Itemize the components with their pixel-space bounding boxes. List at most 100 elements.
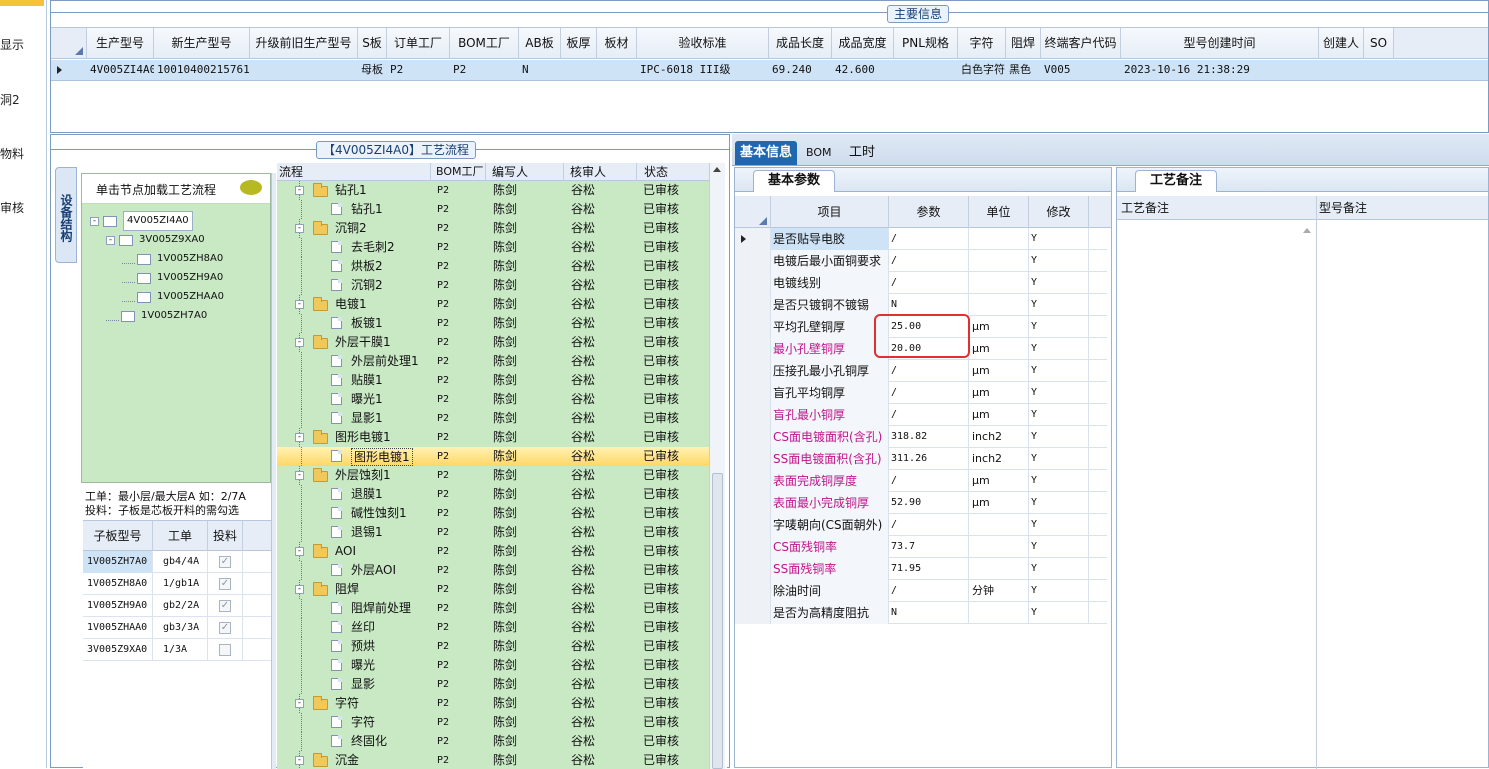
param-row[interactable]: 是否只镀铜不镀锡 N Y	[735, 294, 1107, 316]
collapse-icon[interactable]: -	[295, 699, 304, 708]
collapse-icon[interactable]: -	[106, 235, 115, 245]
scroll-up-icon[interactable]	[713, 167, 721, 172]
param-modify[interactable]: Y	[1029, 272, 1089, 294]
main-grid-row[interactable]: 4V005ZI4A0 10010400215761 母板 P2 P2 N IPC-6018 …	[51, 60, 1488, 81]
collapse-icon[interactable]: -	[295, 471, 304, 480]
main-col-header[interactable]: AB板	[519, 28, 561, 58]
main-cell[interactable]: 白色字符	[958, 60, 1006, 80]
param-row[interactable]: 是否贴导电胶 / Y	[735, 228, 1107, 250]
flow-row[interactable]: - 沉金 P2 陈剑 谷松 已审核	[277, 751, 709, 769]
main-col-header[interactable]: 升级前旧生产型号	[250, 28, 358, 58]
collapse-icon[interactable]: -	[295, 186, 304, 195]
flow-row[interactable]: 预烘 P2 陈剑 谷松 已审核	[277, 637, 709, 656]
main-col-header[interactable]: 生产型号	[87, 28, 154, 58]
flow-row[interactable]: 沉铜2 P2 陈剑 谷松 已审核	[277, 276, 709, 295]
param-value[interactable]: /	[889, 228, 969, 250]
flow-row[interactable]: 曝光 P2 陈剑 谷松 已审核	[277, 656, 709, 675]
main-cell[interactable]: V005	[1041, 60, 1121, 80]
sub-board-row[interactable]: 1V005ZH8A0 1/gb1A ✓	[83, 573, 271, 595]
flow-row[interactable]: 退锡1 P2 陈剑 谷松 已审核	[277, 523, 709, 542]
flow-row[interactable]: - 钻孔1 P2 陈剑 谷松 已审核	[277, 181, 709, 200]
main-col-header[interactable]: 阻焊	[1006, 28, 1041, 58]
side-tab-equipment[interactable]: 设备结构	[55, 167, 77, 263]
param-modify[interactable]: Y	[1029, 492, 1089, 514]
param-modify[interactable]: Y	[1029, 382, 1089, 404]
nav-item-copper[interactable]: 洞2	[0, 91, 20, 108]
param-row[interactable]: SS面残铜率 71.95 Y	[735, 558, 1107, 580]
param-value[interactable]: /	[889, 360, 969, 382]
param-modify[interactable]: Y	[1029, 228, 1089, 250]
collapse-icon[interactable]: -	[295, 224, 304, 233]
feed-checkbox[interactable]	[219, 644, 231, 656]
main-cell[interactable]: 2023-10-16 21:38:29	[1121, 60, 1319, 80]
param-value[interactable]: 71.95	[889, 558, 969, 580]
param-value[interactable]: N	[889, 602, 969, 624]
main-cell[interactable]	[597, 60, 637, 80]
flow-row[interactable]: - 电镀1 P2 陈剑 谷松 已审核	[277, 295, 709, 314]
param-value[interactable]: 318.82	[889, 426, 969, 448]
param-value[interactable]: /	[889, 272, 969, 294]
main-cell[interactable]: 母板	[358, 60, 387, 80]
main-col-header[interactable]: BOM工厂	[450, 28, 519, 58]
tab-basic-info[interactable]: 基本信息	[735, 141, 797, 165]
param-modify[interactable]: Y	[1029, 294, 1089, 316]
main-cell[interactable]: P2	[450, 60, 519, 80]
sub-board-row[interactable]: 1V005ZH7A0 gb4/4A ✓	[83, 551, 271, 573]
main-col-header[interactable]: 板材	[597, 28, 637, 58]
param-modify[interactable]: Y	[1029, 580, 1089, 602]
main-cell[interactable]: N	[519, 60, 561, 80]
main-col-header[interactable]: 新生产型号	[154, 28, 250, 58]
main-col-header[interactable]: 成品宽度	[832, 28, 894, 58]
collapse-icon[interactable]: -	[295, 585, 304, 594]
param-row[interactable]: CS面电镀面积(含孔) 318.82 inch2 Y	[735, 426, 1107, 448]
feed-checkbox[interactable]: ✓	[219, 578, 231, 590]
flow-row[interactable]: 外层AOI P2 陈剑 谷松 已审核	[277, 561, 709, 580]
flow-row[interactable]: 丝印 P2 陈剑 谷松 已审核	[277, 618, 709, 637]
param-row[interactable]: 字唛朝向(CS面朝外) / Y	[735, 514, 1107, 536]
param-modify[interactable]: Y	[1029, 558, 1089, 580]
param-modify[interactable]: Y	[1029, 316, 1089, 338]
param-value[interactable]: N	[889, 294, 969, 316]
tree-node[interactable]: 1V005ZH9A0	[122, 269, 223, 287]
flow-row[interactable]: 字符 P2 陈剑 谷松 已审核	[277, 713, 709, 732]
param-row[interactable]: 压接孔最小孔铜厚 / μm Y	[735, 360, 1107, 382]
flow-row[interactable]: 终固化 P2 陈剑 谷松 已审核	[277, 732, 709, 751]
main-cell[interactable]: 4V005ZI4A0	[87, 60, 154, 80]
flow-row[interactable]: - 外层蚀刻1 P2 陈剑 谷松 已审核	[277, 466, 709, 485]
collapse-icon[interactable]: -	[295, 338, 304, 347]
main-col-header[interactable]: SO	[1364, 28, 1394, 58]
main-col-header[interactable]: 创建人	[1319, 28, 1364, 58]
tab-bom[interactable]: BOM	[806, 141, 834, 165]
param-modify[interactable]: Y	[1029, 426, 1089, 448]
flow-row[interactable]: 退膜1 P2 陈剑 谷松 已审核	[277, 485, 709, 504]
param-value[interactable]: 52.90	[889, 492, 969, 514]
main-cell[interactable]	[1364, 60, 1394, 80]
flow-row[interactable]: - 沉铜2 P2 陈剑 谷松 已审核	[277, 219, 709, 238]
param-value[interactable]: /	[889, 404, 969, 426]
param-row[interactable]: 盲孔平均铜厚 / μm Y	[735, 382, 1107, 404]
tab-hours[interactable]: 工时	[849, 141, 889, 165]
flow-row[interactable]: 板镀1 P2 陈剑 谷松 已审核	[277, 314, 709, 333]
flow-row[interactable]: 外层前处理1 P2 陈剑 谷松 已审核	[277, 352, 709, 371]
flow-row[interactable]: - AOI P2 陈剑 谷松 已审核	[277, 542, 709, 561]
main-cell[interactable]: 42.600	[832, 60, 894, 80]
param-modify[interactable]: Y	[1029, 470, 1089, 492]
param-modify[interactable]: Y	[1029, 448, 1089, 470]
tree-node[interactable]: 1V005ZH7A0	[106, 307, 207, 325]
main-col-header[interactable]: 字符	[958, 28, 1006, 58]
tree-node[interactable]: - 4V005ZI4A0	[90, 211, 193, 231]
subtab-basic-params[interactable]: 基本参数	[753, 170, 835, 192]
main-col-header[interactable]: 型号创建时间	[1121, 28, 1319, 58]
param-row[interactable]: 电镀线别 / Y	[735, 272, 1107, 294]
flow-scrollbar[interactable]	[709, 163, 725, 769]
main-cell[interactable]: 69.240	[769, 60, 832, 80]
param-modify[interactable]: Y	[1029, 360, 1089, 382]
main-cell[interactable]: 10010400215761	[154, 60, 250, 80]
flow-row[interactable]: - 图形电镀1 P2 陈剑 谷松 已审核	[277, 428, 709, 447]
main-cell[interactable]	[1319, 60, 1364, 80]
collapse-icon[interactable]: -	[295, 433, 304, 442]
sub-board-row[interactable]: 1V005ZH9A0 gb2/2A ✓	[83, 595, 271, 617]
scroll-thumb[interactable]	[712, 473, 723, 769]
main-col-header[interactable]: PNL规格	[894, 28, 958, 58]
flow-row[interactable]: 图形电镀1 P2 陈剑 谷松 已审核	[277, 447, 709, 466]
